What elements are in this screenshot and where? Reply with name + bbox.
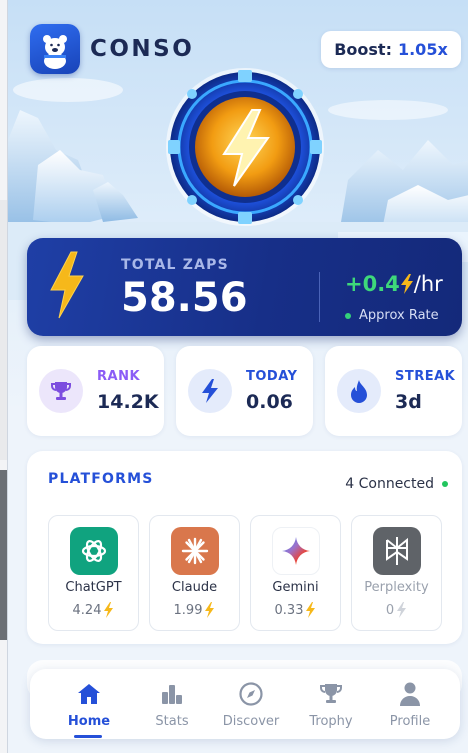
connected-status: 4 Connected: [345, 476, 448, 492]
nav-stats[interactable]: Stats: [133, 681, 211, 733]
nav-label: Discover: [222, 714, 280, 729]
stat-value: 0.06: [246, 391, 293, 413]
total-zaps-title: TOTAL ZAPS: [121, 257, 229, 273]
extension-popup: CONSO Boost: 1.05x TOTAL ZAPS 58.56 +0.4…: [7, 0, 468, 753]
boost-label: Boost:: [334, 40, 392, 59]
platform-name: Perplexity: [364, 580, 429, 595]
nav-profile[interactable]: Profile: [371, 681, 449, 733]
approx-rate-label: Approx Rate: [359, 308, 439, 323]
platform-score: 0: [352, 602, 441, 618]
platform-score: 4.24: [49, 602, 138, 618]
platform-score-value: 0: [385, 602, 395, 618]
trophy-icon: [292, 681, 370, 707]
nav-home[interactable]: Home: [50, 681, 128, 733]
perplexity-icon: [373, 527, 421, 575]
nav-label: Home: [67, 714, 111, 729]
total-zaps-card: TOTAL ZAPS 58.56 +0.4 /hr Approx Rate: [27, 238, 462, 336]
platform-card-claude[interactable]: Claude 1.99: [149, 515, 240, 631]
stat-card-streak[interactable]: STREAK 3d: [325, 346, 462, 436]
platform-name: ChatGPT: [65, 580, 122, 595]
lightning-bolt-icon: [50, 251, 84, 319]
zap-rate: +0.4 /hr: [345, 272, 443, 296]
zap-rate-value: +0.4: [345, 272, 400, 296]
total-zaps-value: 58.56: [121, 275, 248, 321]
platform-score: 0.33: [251, 602, 340, 618]
trophy-icon: [39, 369, 83, 413]
bolt-icon: [104, 602, 114, 618]
platform-score-value: 4.24: [72, 602, 102, 618]
lightning-medal-icon: [166, 68, 324, 226]
platform-name: Gemini: [272, 580, 319, 595]
stat-label: TODAY: [246, 369, 298, 384]
stat-label: RANK: [97, 369, 141, 384]
bolt-icon: [188, 369, 232, 413]
user-icon: [371, 681, 449, 707]
platform-card-chatgpt[interactable]: ChatGPT 4.24: [48, 515, 139, 631]
polar-bear-icon: [43, 35, 67, 69]
platform-card-gemini[interactable]: Gemini 0.33: [250, 515, 341, 631]
boost-value: 1.05x: [397, 40, 448, 59]
compass-icon: [212, 681, 290, 707]
stat-card-rank[interactable]: RANK 14.2K: [27, 346, 164, 436]
approx-rate: Approx Rate: [345, 308, 439, 323]
brand-name: CONSO: [90, 36, 195, 62]
platform-score-value: 0.33: [274, 602, 304, 618]
claude-icon: [171, 527, 219, 575]
status-dot: [442, 481, 448, 487]
stat-label: STREAK: [395, 369, 456, 384]
nav-label: Profile: [389, 714, 431, 729]
bolt-icon: [306, 602, 316, 618]
divider: [319, 272, 320, 322]
bottom-nav: Home Stats Discover Trophy Profile: [30, 669, 460, 739]
zap-rate-unit: /hr: [413, 272, 443, 296]
active-tab-indicator: [74, 735, 102, 738]
stat-card-today[interactable]: TODAY 0.06: [176, 346, 313, 436]
flame-icon: [337, 369, 381, 413]
platforms-panel: PLATFORMS 4 Connected ChatGPT 4.24 Claud…: [27, 451, 462, 644]
nav-label: Trophy: [309, 714, 353, 729]
platform-score: 1.99: [150, 602, 239, 618]
home-icon: [50, 681, 128, 707]
platforms-title: PLATFORMS: [48, 471, 154, 487]
bar-chart-icon: [133, 681, 211, 707]
nav-discover[interactable]: Discover: [212, 681, 290, 733]
bolt-icon: [400, 274, 413, 294]
platform-card-perplexity[interactable]: Perplexity 0: [351, 515, 442, 631]
connected-count: 4 Connected: [345, 476, 434, 492]
gemini-icon: [272, 527, 320, 575]
chatgpt-icon: [70, 527, 118, 575]
bolt-icon: [397, 602, 407, 618]
stat-value: 14.2K: [97, 391, 159, 413]
platform-name: Claude: [171, 580, 218, 595]
status-dot: [345, 312, 351, 319]
platform-score-value: 1.99: [173, 602, 203, 618]
app-logo: [30, 24, 80, 74]
nav-label: Stats: [155, 714, 189, 729]
stat-value: 3d: [395, 391, 422, 413]
nav-trophy[interactable]: Trophy: [292, 681, 370, 733]
boost-badge[interactable]: Boost: 1.05x: [321, 31, 461, 68]
bolt-icon: [205, 602, 215, 618]
